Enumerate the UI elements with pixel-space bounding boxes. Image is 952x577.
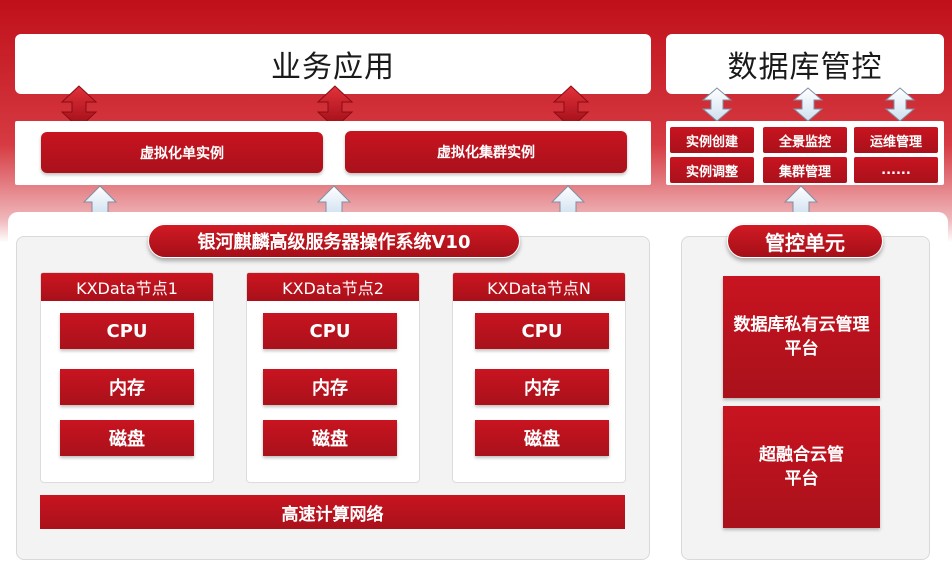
memory-label: 内存 — [524, 378, 560, 399]
cpu-label: CPU — [106, 320, 148, 342]
memory-block: 内存 — [60, 369, 194, 405]
network-bar: 高速计算网络 — [40, 495, 625, 529]
disk-block: 磁盘 — [475, 420, 609, 456]
disk-block: 磁盘 — [263, 420, 397, 456]
node-card-1: KXData节点1 CPU 内存 磁盘 — [40, 272, 214, 483]
business-app-label: 业务应用 — [271, 50, 395, 85]
memory-block: 内存 — [263, 369, 397, 405]
cpu-label: CPU — [309, 320, 351, 342]
architecture-diagram: 业务应用 数据库管控 虚拟化单实例 虚拟化集群实例 实例创建 全景监控 运维管理… — [0, 0, 952, 577]
cpu-block: CPU — [263, 313, 397, 349]
private-cloud-label: 数据库私有云管理平台 — [733, 315, 870, 359]
node-title-label: KXData节点1 — [76, 279, 178, 298]
os-title: 银河麒麟高级服务器操作系统V10 — [148, 224, 520, 258]
hci-label: 超融合云管平台 — [759, 445, 844, 489]
op-more[interactable]: ...... — [854, 157, 938, 183]
op-panoramic-monitor[interactable]: 全景监控 — [763, 127, 847, 153]
op-cluster-management[interactable]: 集群管理 — [763, 157, 847, 183]
node-title: KXData节点2 — [247, 273, 419, 301]
op-label: 集群管理 — [778, 164, 831, 180]
node-title-label: KXData节点2 — [282, 279, 384, 298]
node-title-label: KXData节点N — [487, 279, 591, 298]
op-label: 全景监控 — [778, 134, 831, 150]
mgmt-title: 管控单元 — [727, 224, 883, 258]
op-label: 实例调整 — [685, 164, 738, 180]
virtual-cluster-instance[interactable]: 虚拟化集群实例 — [345, 131, 627, 173]
node-title: KXData节点N — [453, 273, 625, 301]
cpu-block: CPU — [60, 313, 194, 349]
virtualization-box: 虚拟化单实例 虚拟化集群实例 — [15, 121, 651, 185]
op-instance-adjust[interactable]: 实例调整 — [670, 157, 754, 183]
disk-block: 磁盘 — [60, 420, 194, 456]
node-card-2: KXData节点2 CPU 内存 磁盘 — [246, 272, 420, 483]
network-label: 高速计算网络 — [281, 504, 384, 525]
memory-block: 内存 — [475, 369, 609, 405]
cpu-block: CPU — [475, 313, 609, 349]
node-title: KXData节点1 — [41, 273, 213, 301]
mgmt-title-label: 管控单元 — [765, 230, 845, 255]
business-app-box: 业务应用 — [15, 34, 651, 94]
op-instance-create[interactable]: 实例创建 — [670, 127, 754, 153]
os-title-label: 银河麒麟高级服务器操作系统V10 — [197, 232, 471, 253]
private-cloud-platform[interactable]: 数据库私有云管理平台 — [723, 276, 880, 398]
node-card-n: KXData节点N CPU 内存 磁盘 — [452, 272, 626, 483]
disk-label: 磁盘 — [109, 429, 145, 450]
memory-label: 内存 — [312, 378, 348, 399]
op-label: 运维管理 — [869, 134, 922, 150]
virtual-single-label: 虚拟化单实例 — [140, 145, 224, 162]
memory-label: 内存 — [109, 378, 145, 399]
virtual-single-instance[interactable]: 虚拟化单实例 — [41, 132, 323, 173]
disk-label: 磁盘 — [312, 429, 348, 450]
op-label: 实例创建 — [685, 134, 738, 150]
db-control-label: 数据库管控 — [727, 50, 883, 85]
hci-cloud-platform[interactable]: 超融合云管平台 — [723, 406, 880, 528]
disk-label: 磁盘 — [524, 429, 560, 450]
virtual-cluster-label: 虚拟化集群实例 — [437, 145, 535, 161]
ops-grid-box: 实例创建 全景监控 运维管理 实例调整 集群管理 ...... — [666, 121, 944, 185]
op-label: ...... — [881, 162, 911, 178]
db-control-box: 数据库管控 — [666, 34, 944, 94]
cpu-label: CPU — [521, 320, 563, 342]
op-ops-management[interactable]: 运维管理 — [854, 127, 938, 153]
